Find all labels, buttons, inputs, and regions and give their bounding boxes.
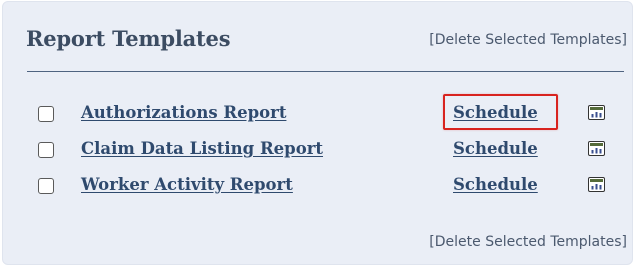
report-checkbox-claim-data-listing[interactable] (38, 142, 54, 158)
report-link-authorizations[interactable]: Authorizations Report (81, 103, 286, 122)
report-templates-panel: Report Templates [Delete Selected Templa… (2, 1, 633, 265)
report-row-worker-activity: Worker Activity Report Schedule (3, 170, 632, 200)
report-chart-icon[interactable] (588, 177, 605, 192)
report-link-worker-activity[interactable]: Worker Activity Report (81, 175, 293, 194)
delete-selected-templates-link-bottom[interactable]: [Delete Selected Templates] (429, 234, 627, 250)
report-chart-icon[interactable] (588, 141, 605, 156)
panel-title: Report Templates (26, 26, 231, 51)
schedule-link-authorizations[interactable]: Schedule (453, 103, 538, 122)
report-row-authorizations: Authorizations Report Schedule (3, 94, 632, 130)
report-checkbox-authorizations[interactable] (38, 106, 54, 122)
report-checkbox-worker-activity[interactable] (38, 178, 54, 194)
panel-header: Report Templates [Delete Selected Templa… (3, 2, 632, 72)
schedule-link-claim-data-listing[interactable]: Schedule (453, 139, 538, 158)
delete-selected-templates-link-top[interactable]: [Delete Selected Templates] (429, 32, 627, 48)
report-link-claim-data-listing[interactable]: Claim Data Listing Report (81, 139, 323, 158)
report-row-claim-data-listing: Claim Data Listing Report Schedule (3, 134, 632, 164)
schedule-link-worker-activity[interactable]: Schedule (453, 175, 538, 194)
header-divider (27, 71, 624, 72)
report-chart-icon[interactable] (588, 105, 605, 120)
